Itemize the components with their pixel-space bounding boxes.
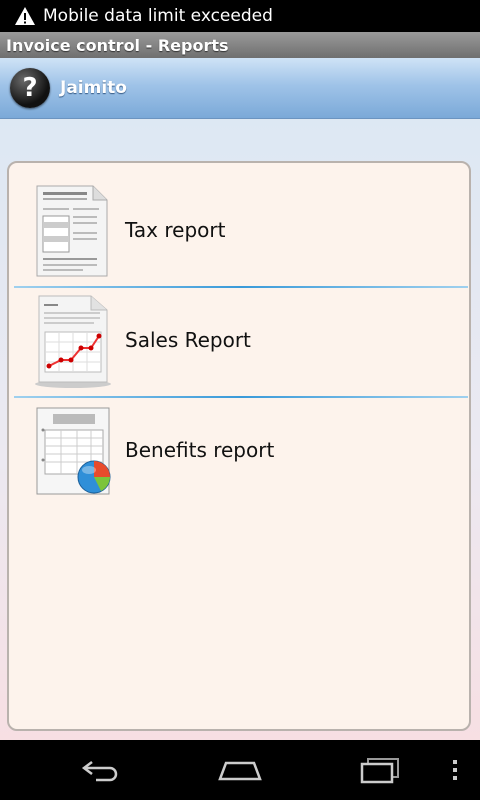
app-title: Invoice control - Reports [6, 35, 229, 55]
tax-report-icon [31, 180, 111, 280]
recent-apps-icon[interactable] [350, 752, 410, 788]
app-title-bar: Invoice control - Reports [0, 32, 480, 58]
home-icon[interactable] [210, 752, 270, 788]
benefits-report-icon [31, 400, 111, 500]
content-area: Tax report Sales Report Benefits report [0, 119, 480, 740]
sales-report-icon [31, 290, 111, 390]
status-message: Mobile data limit exceeded [43, 6, 273, 26]
overflow-menu-icon[interactable] [425, 752, 480, 788]
report-item-tax[interactable]: Tax report [13, 177, 469, 283]
report-label-sales: Sales Report [125, 328, 251, 352]
report-list: Tax report Sales Report Benefits report [7, 161, 471, 731]
navigation-bar [0, 740, 480, 800]
report-label-tax: Tax report [125, 218, 226, 242]
user-name: Jaimito [60, 78, 127, 98]
warning-icon [10, 1, 40, 31]
report-item-sales[interactable]: Sales Report [13, 287, 469, 393]
help-icon[interactable]: ? [10, 68, 50, 108]
back-icon[interactable] [70, 752, 130, 788]
report-item-benefits[interactable]: Benefits report [13, 397, 469, 503]
report-label-benefits: Benefits report [125, 438, 275, 462]
help-symbol: ? [22, 73, 38, 103]
user-header: ? Jaimito [0, 58, 480, 119]
status-bar: Mobile data limit exceeded [0, 0, 480, 32]
